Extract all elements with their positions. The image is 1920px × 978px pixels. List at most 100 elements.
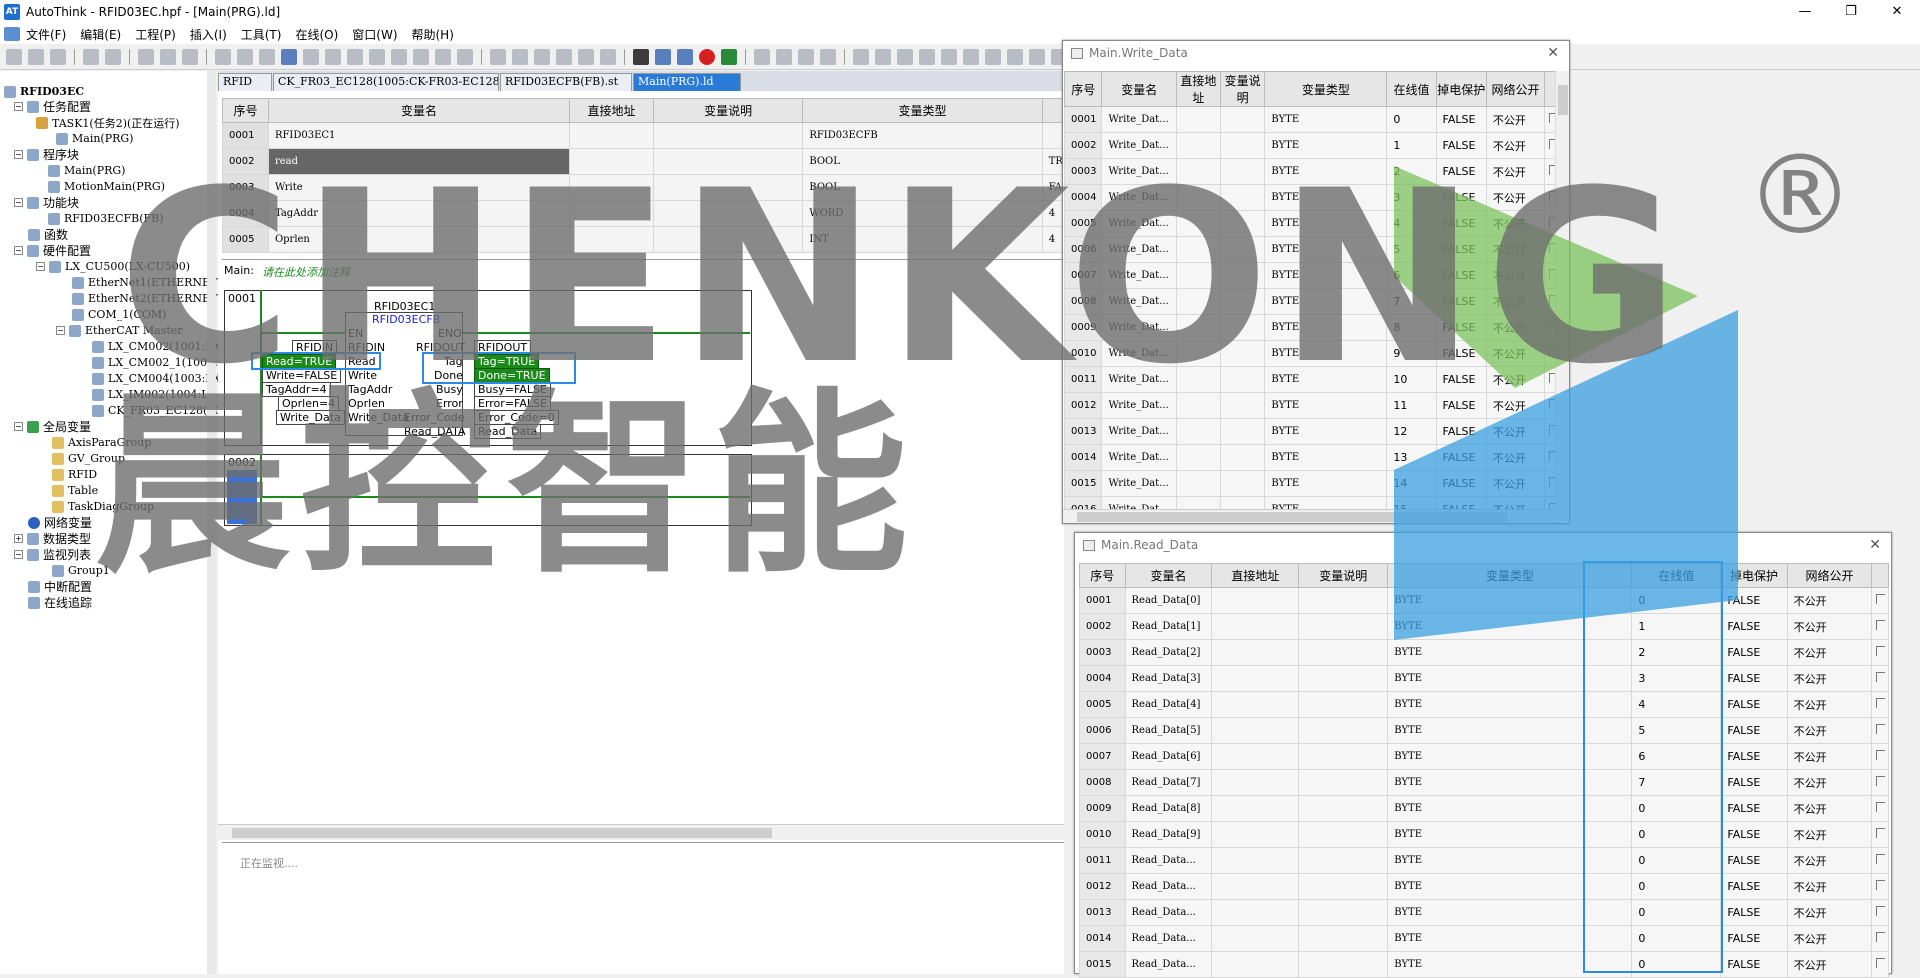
row-type[interactable]: BYTE — [1264, 288, 1388, 315]
unforce-icon[interactable] — [776, 48, 792, 65]
var-error[interactable]: Error=FALSE — [474, 396, 551, 411]
row-type[interactable]: BYTE — [1264, 262, 1388, 289]
grid-row[interactable]: 0004 Write_Dat... BYTE 3 FALSE 不公开 — [1063, 184, 1560, 211]
row-network[interactable]: 不公开 — [1485, 106, 1546, 133]
checkbox-icon[interactable] — [1876, 880, 1886, 890]
grid-row[interactable]: 0014 Read_Data... BYTE 0 FALSE 不公开 — [1079, 925, 1889, 952]
collapse-icon[interactable]: − — [14, 422, 23, 431]
row-network[interactable]: 不公开 — [1485, 262, 1546, 289]
row-addr[interactable] — [1211, 717, 1300, 744]
col-no[interactable]: 序号 — [1063, 71, 1103, 107]
row-desc[interactable] — [1219, 184, 1266, 211]
checkbox-icon[interactable] — [1876, 750, 1886, 760]
write-value-icon[interactable] — [798, 48, 814, 65]
grid-row[interactable]: 0007 Read_Data[6] BYTE 6 FALSE 不公开 — [1079, 743, 1889, 770]
row-retain[interactable]: FALSE — [1720, 925, 1788, 952]
row-network[interactable]: 不公开 — [1786, 717, 1873, 744]
row-name[interactable]: Read_Data[3] — [1124, 665, 1213, 692]
row-desc[interactable] — [1298, 769, 1389, 796]
table-row[interactable]: 0001 RFID03EC1 RFID03ECFB — [222, 122, 1065, 149]
tree-var-group[interactable]: GV_Group — [52, 451, 125, 466]
contact-icon[interactable] — [490, 48, 506, 65]
row-name[interactable]: Write_Dat... — [1101, 184, 1177, 211]
tree-network-vars[interactable]: 网络变量 — [28, 515, 92, 530]
monitor-icon[interactable] — [457, 48, 473, 65]
row-desc[interactable] — [1219, 106, 1266, 133]
row-network[interactable]: 不公开 — [1485, 392, 1546, 419]
row-retain[interactable]: FALSE — [1720, 821, 1788, 848]
grid-row[interactable]: 0005 Write_Dat... BYTE 4 FALSE 不公开 — [1063, 210, 1560, 237]
grid-row[interactable]: 0004 Read_Data[3] BYTE 3 FALSE 不公开 — [1079, 665, 1889, 692]
row-name[interactable]: Write_Dat... — [1101, 158, 1177, 185]
row-addr[interactable] — [1211, 873, 1300, 900]
row-online-value[interactable]: 1 — [1386, 132, 1437, 159]
menu-insert[interactable]: 插入(I) — [190, 26, 227, 43]
row-addr[interactable] — [1211, 847, 1300, 874]
row-type[interactable]: BOOL — [802, 148, 1043, 175]
row-type[interactable]: BYTE — [1264, 210, 1388, 237]
collapse-icon[interactable]: − — [14, 150, 23, 159]
stop-red-icon[interactable] — [699, 48, 715, 65]
tree-ethernet1[interactable]: EtherNet1(ETHERNET) — [72, 275, 222, 290]
row-desc[interactable] — [1219, 392, 1266, 419]
row-network[interactable]: 不公开 — [1786, 899, 1873, 926]
row-network[interactable]: 不公开 — [1786, 587, 1873, 614]
print-icon[interactable] — [83, 48, 99, 65]
menu-project[interactable]: 工程(P) — [135, 26, 176, 43]
row-type[interactable]: BOOL — [802, 174, 1043, 201]
rung-delete-icon[interactable] — [941, 48, 957, 65]
row-addr[interactable] — [569, 200, 654, 227]
row-addr[interactable] — [1175, 392, 1221, 419]
horizontal-scrollbar[interactable] — [218, 824, 1064, 840]
jump-icon[interactable] — [578, 48, 594, 65]
row-name[interactable]: Write_Dat... — [1101, 236, 1177, 263]
checkbox-icon[interactable] — [1876, 932, 1886, 942]
var-write[interactable]: Write=FALSE — [262, 368, 342, 383]
checkbox-icon[interactable] — [1876, 802, 1886, 812]
grid-row[interactable]: 0013 Write_Dat... BYTE 12 FALSE 不公开 — [1063, 418, 1560, 445]
checkbox-icon[interactable] — [1876, 828, 1886, 838]
row-name[interactable]: Write_Dat... — [1101, 444, 1177, 471]
grid-row[interactable]: 0009 Read_Data[8] BYTE 0 FALSE 不公开 — [1079, 795, 1889, 822]
row-retain[interactable]: FALSE — [1435, 184, 1487, 211]
row-addr[interactable] — [1175, 444, 1221, 471]
row-retain[interactable]: FALSE — [1435, 106, 1487, 133]
row-network[interactable]: 不公开 — [1485, 366, 1546, 393]
grid-row[interactable]: 0012 Read_Data... BYTE 0 FALSE 不公开 — [1079, 873, 1889, 900]
collapse-icon[interactable]: − — [56, 326, 65, 335]
tree-task1[interactable]: TASK1(任务2)(正在运行) — [36, 115, 180, 130]
checkbox-icon[interactable] — [1876, 646, 1886, 656]
row-retain[interactable]: FALSE — [1435, 340, 1487, 367]
row-network[interactable]: 不公开 — [1786, 639, 1873, 666]
row-addr[interactable] — [1211, 691, 1300, 718]
row-type[interactable]: WORD — [802, 200, 1043, 227]
coil-icon[interactable] — [512, 48, 528, 65]
row-network[interactable]: 不公开 — [1485, 236, 1546, 263]
row-desc[interactable] — [1219, 314, 1266, 341]
menu-tools[interactable]: 工具(T) — [241, 26, 282, 43]
tree-scrollbar[interactable] — [207, 71, 216, 974]
print-preview-icon[interactable] — [105, 48, 121, 65]
login-icon[interactable] — [677, 48, 693, 65]
row-checkbox[interactable] — [1871, 847, 1889, 874]
var-error-code[interactable]: Error_Code=0 — [474, 410, 559, 425]
row-addr[interactable] — [1175, 470, 1221, 497]
row-network[interactable]: 不公开 — [1485, 470, 1546, 497]
grid-row[interactable]: 0005 Read_Data[4] BYTE 4 FALSE 不公开 — [1079, 691, 1889, 718]
col-network[interactable]: 网络公开 — [1786, 563, 1873, 588]
scroll-thumb[interactable] — [1077, 512, 1507, 522]
row-desc[interactable] — [1298, 743, 1389, 770]
grid-row[interactable]: 0011 Write_Dat... BYTE 10 FALSE 不公开 — [1063, 366, 1560, 393]
row-checkbox[interactable] — [1871, 717, 1889, 744]
grid-row[interactable]: 0010 Read_Data[9] BYTE 0 FALSE 不公开 — [1079, 821, 1889, 848]
table-row[interactable]: 0002 read BOOL TR — [222, 148, 1065, 175]
col-retain[interactable]: 掉电保护 — [1435, 71, 1487, 107]
online-icon[interactable] — [633, 48, 649, 65]
tree-watch-list[interactable]: − 监视列表 — [14, 547, 91, 562]
row-online-value[interactable]: 9 — [1386, 340, 1437, 367]
checkbox-icon[interactable] — [1876, 854, 1886, 864]
row-type[interactable]: BYTE — [1264, 418, 1388, 445]
row-desc[interactable] — [1219, 210, 1266, 237]
menu-file[interactable]: 文件(F) — [26, 26, 66, 43]
row-addr[interactable] — [1211, 925, 1300, 952]
